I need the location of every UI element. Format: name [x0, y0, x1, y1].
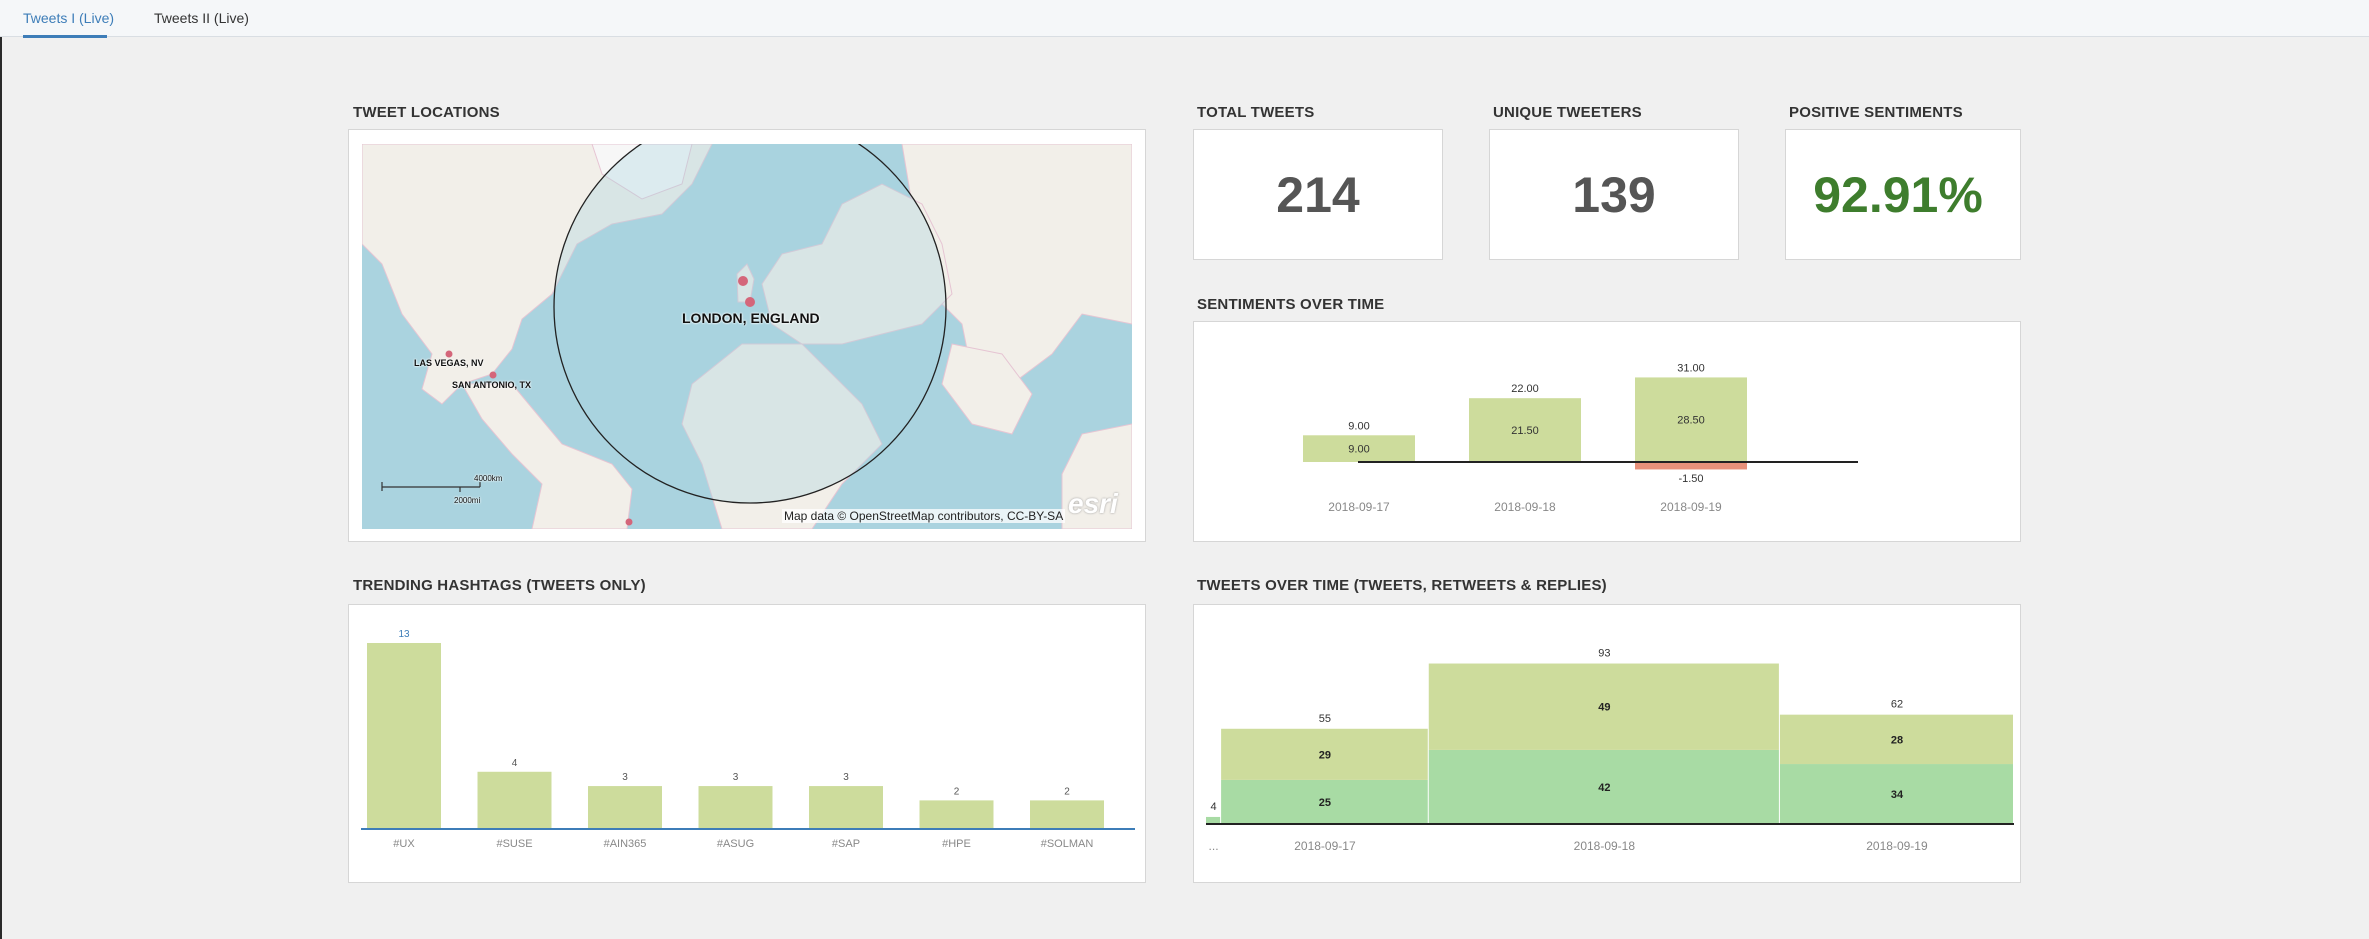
total-tweets-card: 214	[1193, 129, 1443, 260]
tweets-over-time-card: 4... 25 29 55 2018-09-17 42 49 93 2018-09-18 34 28…	[1193, 604, 2021, 883]
sentiment-total-label: 9.00	[1348, 420, 1369, 432]
hashtags-card: 13 #UX 4 #SUSE 3 #AIN365 3 #ASUG 3 #SAP 2 #HPE 2 #SOL…	[348, 604, 1146, 883]
tweets-over-time-title: TWEETS OVER TIME (TWEETS, RETWEETS & REP…	[1197, 577, 1607, 594]
hashtag-x-tick: #HPE	[942, 838, 971, 850]
tweets-segment-label: 28	[1891, 734, 1903, 746]
sentiments-title: SENTIMENTS OVER TIME	[1197, 296, 1385, 313]
tweet-locations-title: TWEET LOCATIONS	[353, 104, 500, 121]
unique-tweeters-card: 139	[1489, 129, 1739, 260]
tweets-segment-label: 42	[1598, 782, 1610, 794]
tweets-segment-label: 29	[1319, 749, 1331, 761]
active-tab-indicator	[23, 35, 107, 38]
hashtag-x-tick: #AIN365	[604, 838, 647, 850]
hashtags-chart: 13 #UX 4 #SUSE 3 #AIN365 3 #ASUG 3 #SAP 2 #HPE 2 #SOL…	[361, 629, 1135, 850]
sentiment-total-label: 31.00	[1677, 362, 1705, 374]
total-tweets-title: TOTAL TWEETS	[1197, 104, 1315, 121]
tab-tweets-2[interactable]: Tweets II (Live)	[154, 10, 249, 26]
tweets-segment-label: 34	[1891, 789, 1904, 801]
hashtag-bar	[698, 786, 773, 829]
map-marker-london-1	[738, 276, 748, 286]
sentiments-chart: 9.00 9.00 2018-09-17 22.00 21.50 2018-09-18 -1…	[1303, 362, 1858, 514]
hashtag-x-tick: #SUSE	[496, 838, 532, 850]
tweets-over-time-chart: 4... 25 29 55 2018-09-17 42 49 93 2018-09-18 34 28…	[1206, 648, 2014, 853]
tweets-segment-label: 25	[1319, 797, 1331, 809]
positive-sentiments-card: 92.91%	[1785, 129, 2021, 260]
hashtag-value-label: 3	[843, 772, 849, 783]
hashtags-title: TRENDING HASHTAGS (TWEETS ONLY)	[353, 577, 646, 594]
tweet-locations-map[interactable]: LONDON, ENGLAND LAS VEGAS, NV SAN ANTONI…	[362, 144, 1132, 529]
map-marker-brazil	[625, 518, 633, 526]
hashtag-value-label: 2	[954, 786, 960, 797]
hashtag-x-tick: #ASUG	[717, 838, 754, 850]
hashtag-x-tick: #SOLMAN	[1041, 838, 1094, 850]
sentiment-x-tick: 2018-09-19	[1660, 500, 1722, 514]
tab-tweets-1[interactable]: Tweets I (Live)	[23, 10, 114, 26]
hashtag-bar	[588, 786, 662, 829]
map-label-las-vegas: LAS VEGAS, NV	[414, 358, 484, 368]
hashtag-x-tick: #UX	[393, 838, 415, 850]
tweets-total-label: 55	[1319, 713, 1331, 725]
hashtag-bar	[367, 643, 441, 829]
tweets-bar-bottom	[1206, 816, 1221, 824]
hashtag-value-label: 13	[398, 629, 410, 640]
sentiment-total-label: 22.00	[1511, 383, 1539, 395]
window-edge	[0, 37, 2, 939]
total-tweets-value: 214	[1276, 167, 1360, 223]
sentiment-bar-negative	[1635, 462, 1747, 470]
tweets-total-label: 93	[1598, 648, 1610, 660]
hashtag-value-label: 3	[622, 772, 628, 783]
sentiment-x-tick: 2018-09-17	[1328, 500, 1390, 514]
tweets-x-tick: 2018-09-17	[1294, 839, 1356, 853]
map-scale-mi: 2000mi	[454, 496, 481, 505]
esri-logo: esri	[1068, 488, 1118, 519]
tweets-x-tick: ...	[1209, 839, 1219, 853]
map-marker-london-2	[745, 297, 755, 307]
positive-sentiments-value: 92.91%	[1813, 167, 1983, 223]
tweets-x-tick: 2018-09-18	[1574, 839, 1636, 853]
map-attribution[interactable]: Map data © OpenStreetMap contributors, C…	[782, 509, 1066, 523]
sentiment-negative-label: -1.50	[1678, 473, 1703, 485]
unique-tweeters-value: 139	[1572, 167, 1656, 223]
tweets-total-label: 62	[1891, 699, 1903, 711]
hashtag-bar	[809, 786, 883, 829]
positive-sentiments-title: POSITIVE SENTIMENTS	[1789, 104, 1963, 121]
hashtag-x-tick: #SAP	[832, 838, 860, 850]
hashtag-value-label: 4	[512, 758, 518, 769]
tweets-x-tick: 2018-09-19	[1866, 839, 1928, 853]
hashtag-value-label: 2	[1064, 786, 1070, 797]
map-graphic	[362, 144, 1132, 529]
tab-bar: Tweets I (Live) Tweets II (Live)	[0, 0, 2369, 38]
hashtag-bar	[477, 771, 552, 829]
tweets-total-label: 4	[1210, 801, 1216, 813]
tweets-segment-label: 49	[1598, 702, 1610, 714]
unique-tweeters-title: UNIQUE TWEETERS	[1493, 104, 1642, 121]
hashtag-value-label: 3	[733, 772, 739, 783]
map-scale-km: 4000km	[474, 474, 503, 483]
hashtag-bar	[1030, 800, 1104, 829]
sentiments-card: 9.00 9.00 2018-09-17 22.00 21.50 2018-09-18 -1…	[1193, 321, 2021, 542]
sentiment-segment-label: 28.50	[1677, 415, 1705, 427]
sentiment-segment-label: 9.00	[1348, 444, 1369, 456]
sentiment-segment-label: 21.50	[1511, 425, 1539, 437]
map-marker-las-vegas	[445, 350, 453, 358]
map-label-san-antonio: SAN ANTONIO, TX	[452, 380, 532, 390]
map-marker-san-antonio	[489, 371, 497, 379]
hashtag-bar	[919, 800, 994, 829]
sentiment-x-tick: 2018-09-18	[1494, 500, 1556, 514]
map-label-london: LONDON, ENGLAND	[682, 310, 820, 326]
